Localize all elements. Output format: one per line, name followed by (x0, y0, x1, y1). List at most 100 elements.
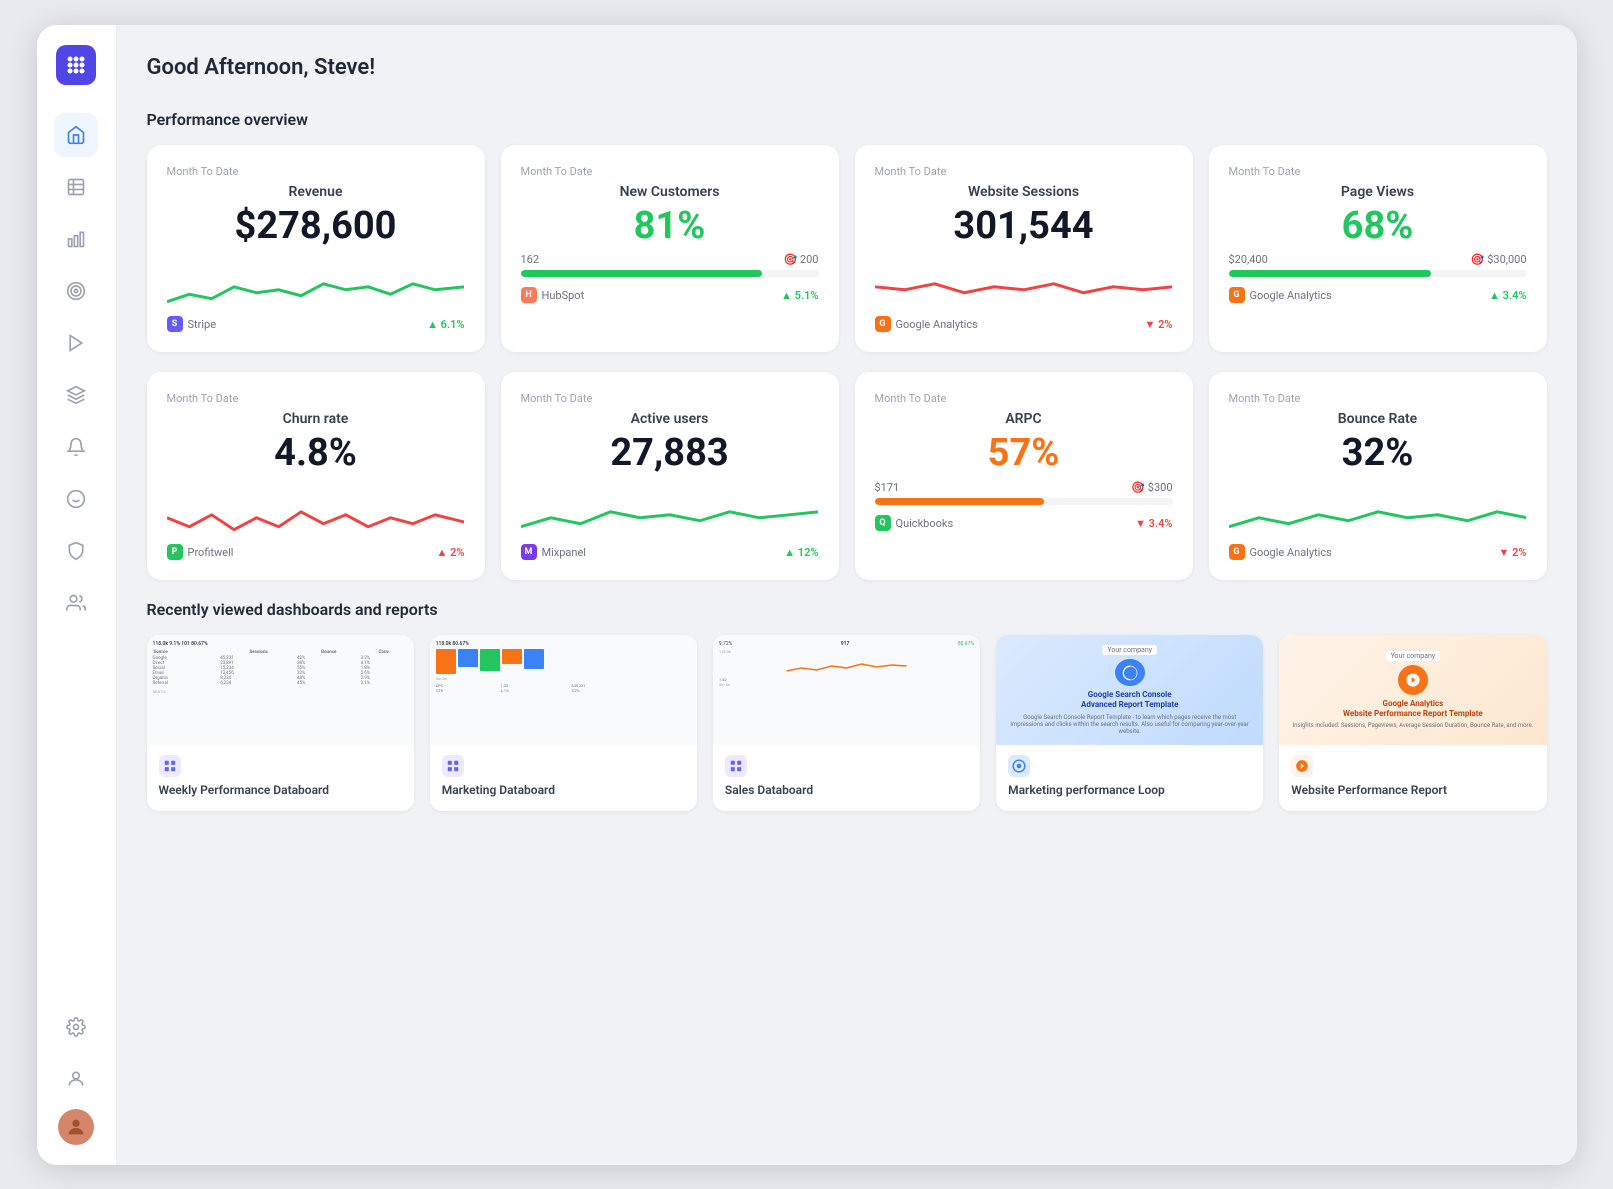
source-mixpanel: M Mixpanel (521, 544, 586, 560)
metric-label-churn: Month to date (167, 392, 465, 405)
progress-target-customers: 🎯 200 (784, 253, 819, 266)
dashboard-name-sales: Sales Databoard (725, 783, 968, 799)
dashboard-name-marketing: Marketing Databoard (442, 783, 685, 799)
page-header: Good Afternoon, Steve! (147, 55, 1547, 80)
ga-icon-pageviews: G (1229, 287, 1245, 303)
progress-current-pageviews: $20,400 (1229, 253, 1268, 266)
metric-label-arpc: Month to date (875, 392, 1173, 405)
sidebar-item-settings[interactable] (54, 1005, 98, 1049)
mini-chart-revenue (167, 257, 465, 302)
progress-arpc: $171 🎯 $300 (875, 481, 1173, 505)
sidebar-item-charts[interactable] (54, 217, 98, 261)
metric-label-revenue: Month to date (167, 165, 465, 178)
main-content: Good Afternoon, Steve! Performance overv… (117, 25, 1577, 1165)
progress-bar-bg-arpc (875, 498, 1173, 505)
mini-chart-churn (167, 485, 465, 530)
sidebar-item-notifications[interactable] (54, 425, 98, 469)
card-footer-customers: H HubSpot ▲ 5.1% (521, 287, 819, 303)
mini-chart-sessions (875, 257, 1173, 302)
source-ga-sessions: G Google Analytics (875, 316, 978, 332)
app-logo[interactable] (56, 45, 96, 85)
sidebar-item-users[interactable] (54, 581, 98, 625)
metric-title-sessions: Website Sessions (875, 184, 1173, 200)
ga-icon-bounce: G (1229, 544, 1245, 560)
metric-card-sessions: Month to date Website Sessions 301,544 G… (855, 145, 1193, 353)
mini-chart-activeusers (521, 485, 819, 530)
metric-title-revenue: Revenue (167, 184, 465, 200)
user-avatar[interactable] (58, 1109, 94, 1145)
dashboard-card-loop[interactable]: Your company Google Search ConsoleAdvanc… (996, 635, 1263, 811)
performance-title: Performance overview (147, 110, 1547, 129)
dashboards-grid: 118.0k 9.1% 101 80.67% SourceSessionsBou… (147, 635, 1547, 811)
dashboard-name-loop: Marketing performance Loop (1008, 783, 1251, 799)
sidebar-item-security[interactable] (54, 529, 98, 573)
sidebar-item-video[interactable] (54, 321, 98, 365)
source-label-sessions: Google Analytics (896, 318, 978, 331)
card-footer-activeusers: M Mixpanel ▲ 12% (521, 544, 819, 560)
source-stripe: S Stripe (167, 316, 217, 332)
change-bounce: ▼ 2% (1498, 546, 1526, 559)
source-hubspot: H HubSpot (521, 287, 585, 303)
source-label-revenue: Stripe (188, 318, 217, 331)
mixpanel-icon: M (521, 544, 537, 560)
progress-current-customers: 162 (521, 253, 540, 266)
change-churn: ▲ 2% (436, 546, 464, 559)
sidebar-item-layers[interactable] (54, 373, 98, 417)
app-container: Good Afternoon, Steve! Performance overv… (37, 25, 1577, 1165)
change-customers: ▲ 5.1% (781, 289, 818, 302)
sidebar-item-emoji[interactable] (54, 477, 98, 521)
sales-source-icon (725, 755, 747, 777)
change-revenue: ▲ 6.1% (427, 318, 464, 331)
source-label-activeusers: Mixpanel (542, 546, 586, 559)
metric-title-bounce: Bounce Rate (1229, 411, 1527, 427)
dashboard-card-website-report[interactable]: Your company Google AnalyticsWebsite Per… (1279, 635, 1546, 811)
sidebar-item-goals[interactable] (54, 269, 98, 313)
dashboard-name-weekly: Weekly Performance Databoard (159, 783, 402, 799)
metric-value-customers: 81% (521, 206, 819, 248)
source-label-pageviews: Google Analytics (1250, 289, 1332, 302)
card-footer-sessions: G Google Analytics ▼ 2% (875, 316, 1173, 332)
change-sessions: ▼ 2% (1144, 318, 1172, 331)
metric-card-customers: Month to date New Customers 81% 162 🎯 20… (501, 145, 839, 353)
website-report-source-icon (1291, 755, 1313, 777)
progress-labels-customers: 162 🎯 200 (521, 253, 819, 266)
quickbooks-icon: Q (875, 515, 891, 531)
metric-title-churn: Churn rate (167, 411, 465, 427)
sidebar-bottom (54, 1005, 98, 1145)
page-title: Good Afternoon, Steve! (147, 55, 376, 80)
metric-label-customers: Month to date (521, 165, 819, 178)
metric-title-activeusers: Active users (521, 411, 819, 427)
dashboard-card-sales[interactable]: 9.72%91780.67% 118.0k 1.32 3m 8s (713, 635, 980, 811)
sidebar-item-table[interactable] (54, 165, 98, 209)
source-label-churn: Profitwell (188, 546, 234, 559)
recent-section: Recently viewed dashboards and reports 1… (147, 600, 1547, 811)
progress-bar-fill-arpc (875, 498, 1045, 505)
dashboard-card-marketing[interactable]: 118.0k 80.67% 3m 8s CPC1.32$45,231 (430, 635, 697, 811)
dashboard-name-website-report: Website Performance Report (1291, 783, 1534, 799)
profitwell-icon: P (167, 544, 183, 560)
sidebar-item-home[interactable] (54, 113, 98, 157)
progress-labels-arpc: $171 🎯 $300 (875, 481, 1173, 494)
dashboard-thumb-sales: 9.72%91780.67% 118.0k 1.32 3m 8s (713, 635, 980, 745)
metric-label-pageviews: Month to date (1229, 165, 1527, 178)
metric-card-churn: Month to date Churn rate 4.8% P Profitwe… (147, 372, 485, 580)
progress-pageviews: $20,400 🎯 $30,000 (1229, 253, 1527, 277)
dashboard-thumb-website-report: Your company Google AnalyticsWebsite Per… (1279, 635, 1546, 745)
progress-bar-fill-pageviews (1229, 270, 1432, 277)
dashboard-thumb-loop: Your company Google Search ConsoleAdvanc… (996, 635, 1263, 745)
metric-value-pageviews: 68% (1229, 206, 1527, 248)
dashboard-card-weekly[interactable]: 118.0k 9.1% 101 80.67% SourceSessionsBou… (147, 635, 414, 811)
sidebar-item-profile[interactable] (54, 1057, 98, 1101)
change-pageviews: ▲ 3.4% (1489, 289, 1526, 302)
dashboard-info-loop: Marketing performance Loop (996, 745, 1263, 811)
source-label-customers: HubSpot (542, 289, 585, 302)
mini-chart-bounce (1229, 485, 1527, 530)
source-ga-pageviews: G Google Analytics (1229, 287, 1332, 303)
dashboard-info-weekly: Weekly Performance Databoard (147, 745, 414, 811)
metric-value-arpc: 57% (875, 433, 1173, 475)
card-footer-revenue: S Stripe ▲ 6.1% (167, 316, 465, 332)
dashboard-info-sales: Sales Databoard (713, 745, 980, 811)
metric-title-arpc: ARPC (875, 411, 1173, 427)
dashboard-info-website-report: Website Performance Report (1279, 745, 1546, 811)
ga-icon-sessions: G (875, 316, 891, 332)
